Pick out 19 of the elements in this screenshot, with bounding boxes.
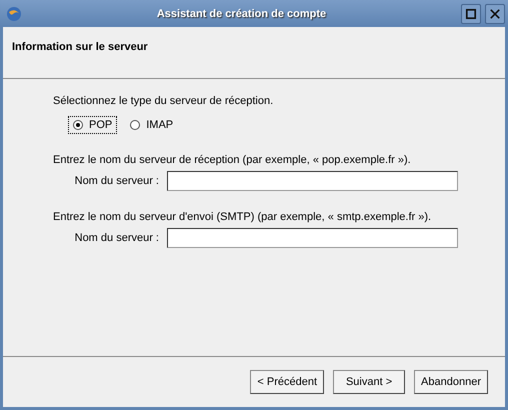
field-label: Nom du serveur : xyxy=(74,175,159,187)
server-prompt: Entrez le nom du serveur d'envoi (SMTP) (par exemple, « smtp.exemple.fr »). xyxy=(53,211,432,223)
maximize-icon xyxy=(465,8,477,20)
field-label: Nom du serveur : xyxy=(74,232,159,244)
server-type-prompt: Sélectionnez le type du serveur de réception. xyxy=(53,95,274,107)
maximize-button[interactable] xyxy=(461,4,481,24)
server-name-field[interactable] xyxy=(167,171,458,191)
page-heading: Information sur le serveur xyxy=(12,41,148,53)
server-name-field[interactable] xyxy=(167,228,458,248)
server-prompt: Entrez le nom du serveur de réception (par exemple, « pop.exemple.fr »). xyxy=(53,154,412,166)
wizard-button[interactable]: < Précédent xyxy=(250,370,324,394)
app-logo-icon xyxy=(6,6,22,22)
wizard-button[interactable]: Abandonner xyxy=(414,370,488,394)
close-button[interactable] xyxy=(485,4,505,24)
close-icon xyxy=(489,8,501,20)
window-title: Assistant de création de compte xyxy=(156,8,328,20)
radio-option[interactable]: IMAP xyxy=(125,116,178,134)
radio-option[interactable]: POP xyxy=(68,116,118,134)
wizard-button[interactable]: Suivant > xyxy=(333,370,406,394)
